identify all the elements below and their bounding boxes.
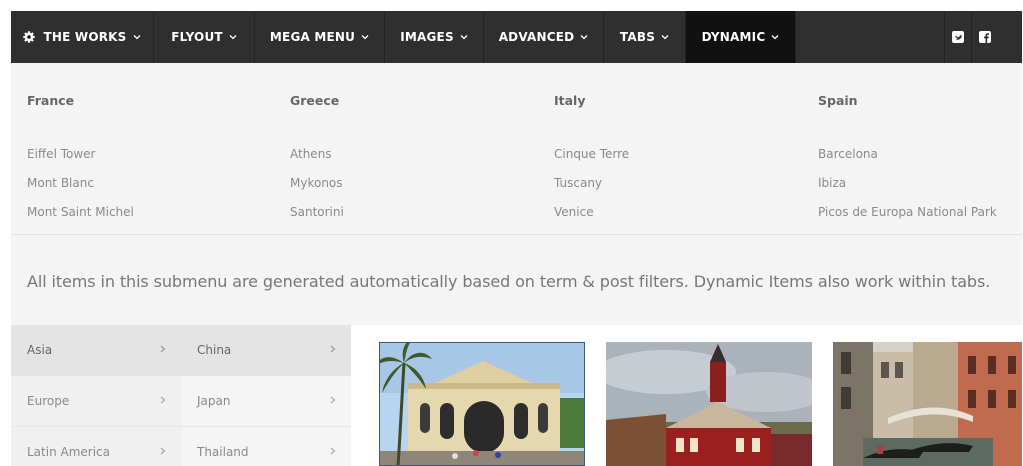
nav-item-dynamic[interactable]: DYNAMIC xyxy=(686,11,796,63)
country-tab-japan[interactable]: Japan xyxy=(181,376,351,427)
nav-label: IMAGES xyxy=(400,30,454,44)
column-heading-spain[interactable]: Spain xyxy=(818,93,858,108)
nav-item-the-works[interactable]: THE WORKS xyxy=(11,11,154,63)
building-image xyxy=(380,343,584,465)
chevron-down-icon xyxy=(580,35,588,40)
column-link[interactable]: Mont Saint Michel xyxy=(27,205,134,219)
chevron-right-icon xyxy=(330,345,336,353)
chevron-right-icon xyxy=(330,396,336,404)
column-link[interactable]: Picos de Europa National Park xyxy=(818,205,997,219)
twitter-icon xyxy=(952,31,964,43)
mega-menu-frame: THE WORKS FLYOUT MEGA MENU IMAGES ADVANC… xyxy=(11,11,1022,466)
nav-item-images[interactable]: IMAGES xyxy=(385,11,484,63)
church-image xyxy=(606,342,812,466)
country-tab-list: China Japan Thailand xyxy=(181,325,351,466)
chevron-down-icon xyxy=(361,35,369,40)
nav-item-tabs[interactable]: TABS xyxy=(604,11,686,63)
chevron-right-icon xyxy=(160,345,166,353)
region-tab-list: Asia Europe Latin America xyxy=(11,325,181,466)
region-tab-europe[interactable]: Europe xyxy=(11,376,181,427)
dynamic-tabs-area: Asia Europe Latin America China Japan Th… xyxy=(11,325,1022,466)
gear-icon xyxy=(23,31,36,43)
nav-label: TABS xyxy=(619,30,656,44)
tab-label: Thailand xyxy=(197,445,249,459)
chevron-down-icon xyxy=(661,35,669,40)
chevron-right-icon xyxy=(330,447,336,455)
facebook-link[interactable] xyxy=(971,11,998,63)
column-link[interactable]: Tuscany xyxy=(554,176,602,190)
nav-label: FLYOUT xyxy=(171,30,223,44)
country-tab-thailand[interactable]: Thailand xyxy=(181,427,351,466)
nav-item-flyout[interactable]: FLYOUT xyxy=(154,11,255,63)
country-tab-china[interactable]: China xyxy=(181,325,351,376)
chevron-down-icon xyxy=(460,35,468,40)
nav-label: DYNAMIC xyxy=(701,30,766,44)
column-link[interactable]: Mykonos xyxy=(290,176,343,190)
column-heading-greece[interactable]: Greece xyxy=(290,93,339,108)
tab-label: Japan xyxy=(197,394,231,408)
chevron-down-icon xyxy=(133,35,140,40)
post-thumbnail-venice[interactable] xyxy=(833,342,1022,466)
nav-label: MEGA MENU xyxy=(269,30,356,44)
tab-label: Asia xyxy=(27,343,53,357)
column-link[interactable]: Santorini xyxy=(290,205,344,219)
dynamic-submenu-panel: France Eiffel Tower Mont Blanc Mont Sain… xyxy=(11,63,1022,466)
column-link[interactable]: Barcelona xyxy=(818,147,878,161)
tab-label: Europe xyxy=(27,394,70,408)
twitter-link[interactable] xyxy=(944,11,971,63)
column-link[interactable]: Cinque Terre xyxy=(554,147,629,161)
section-divider xyxy=(11,234,1022,235)
column-link[interactable]: Ibiza xyxy=(818,176,846,190)
column-link[interactable]: Athens xyxy=(290,147,332,161)
submenu-description: All items in this submenu are generated … xyxy=(27,272,991,291)
nav-item-advanced[interactable]: ADVANCED xyxy=(484,11,604,63)
nav-label: ADVANCED xyxy=(498,30,575,44)
tab-label: China xyxy=(197,343,232,357)
post-thumbnail-building[interactable] xyxy=(379,342,585,466)
region-tab-asia[interactable]: Asia xyxy=(11,325,181,376)
venice-image xyxy=(833,342,1022,466)
region-tab-latin-america[interactable]: Latin America xyxy=(11,427,181,466)
chevron-down-icon xyxy=(771,35,779,40)
chevron-right-icon xyxy=(160,447,166,455)
column-link[interactable]: Venice xyxy=(554,205,594,219)
column-link[interactable]: Mont Blanc xyxy=(27,176,94,190)
post-thumbnail-church[interactable] xyxy=(606,342,812,466)
nav-item-mega-menu[interactable]: MEGA MENU xyxy=(255,11,385,63)
column-heading-italy[interactable]: Italy xyxy=(554,93,586,108)
tab-label: Latin America xyxy=(27,445,110,459)
chevron-right-icon xyxy=(160,396,166,404)
chevron-down-icon xyxy=(229,35,237,40)
facebook-icon xyxy=(979,31,991,43)
column-heading-france[interactable]: France xyxy=(27,93,74,108)
main-navbar: THE WORKS FLYOUT MEGA MENU IMAGES ADVANC… xyxy=(11,11,1022,63)
column-link[interactable]: Eiffel Tower xyxy=(27,147,95,161)
nav-label: THE WORKS xyxy=(43,30,127,44)
